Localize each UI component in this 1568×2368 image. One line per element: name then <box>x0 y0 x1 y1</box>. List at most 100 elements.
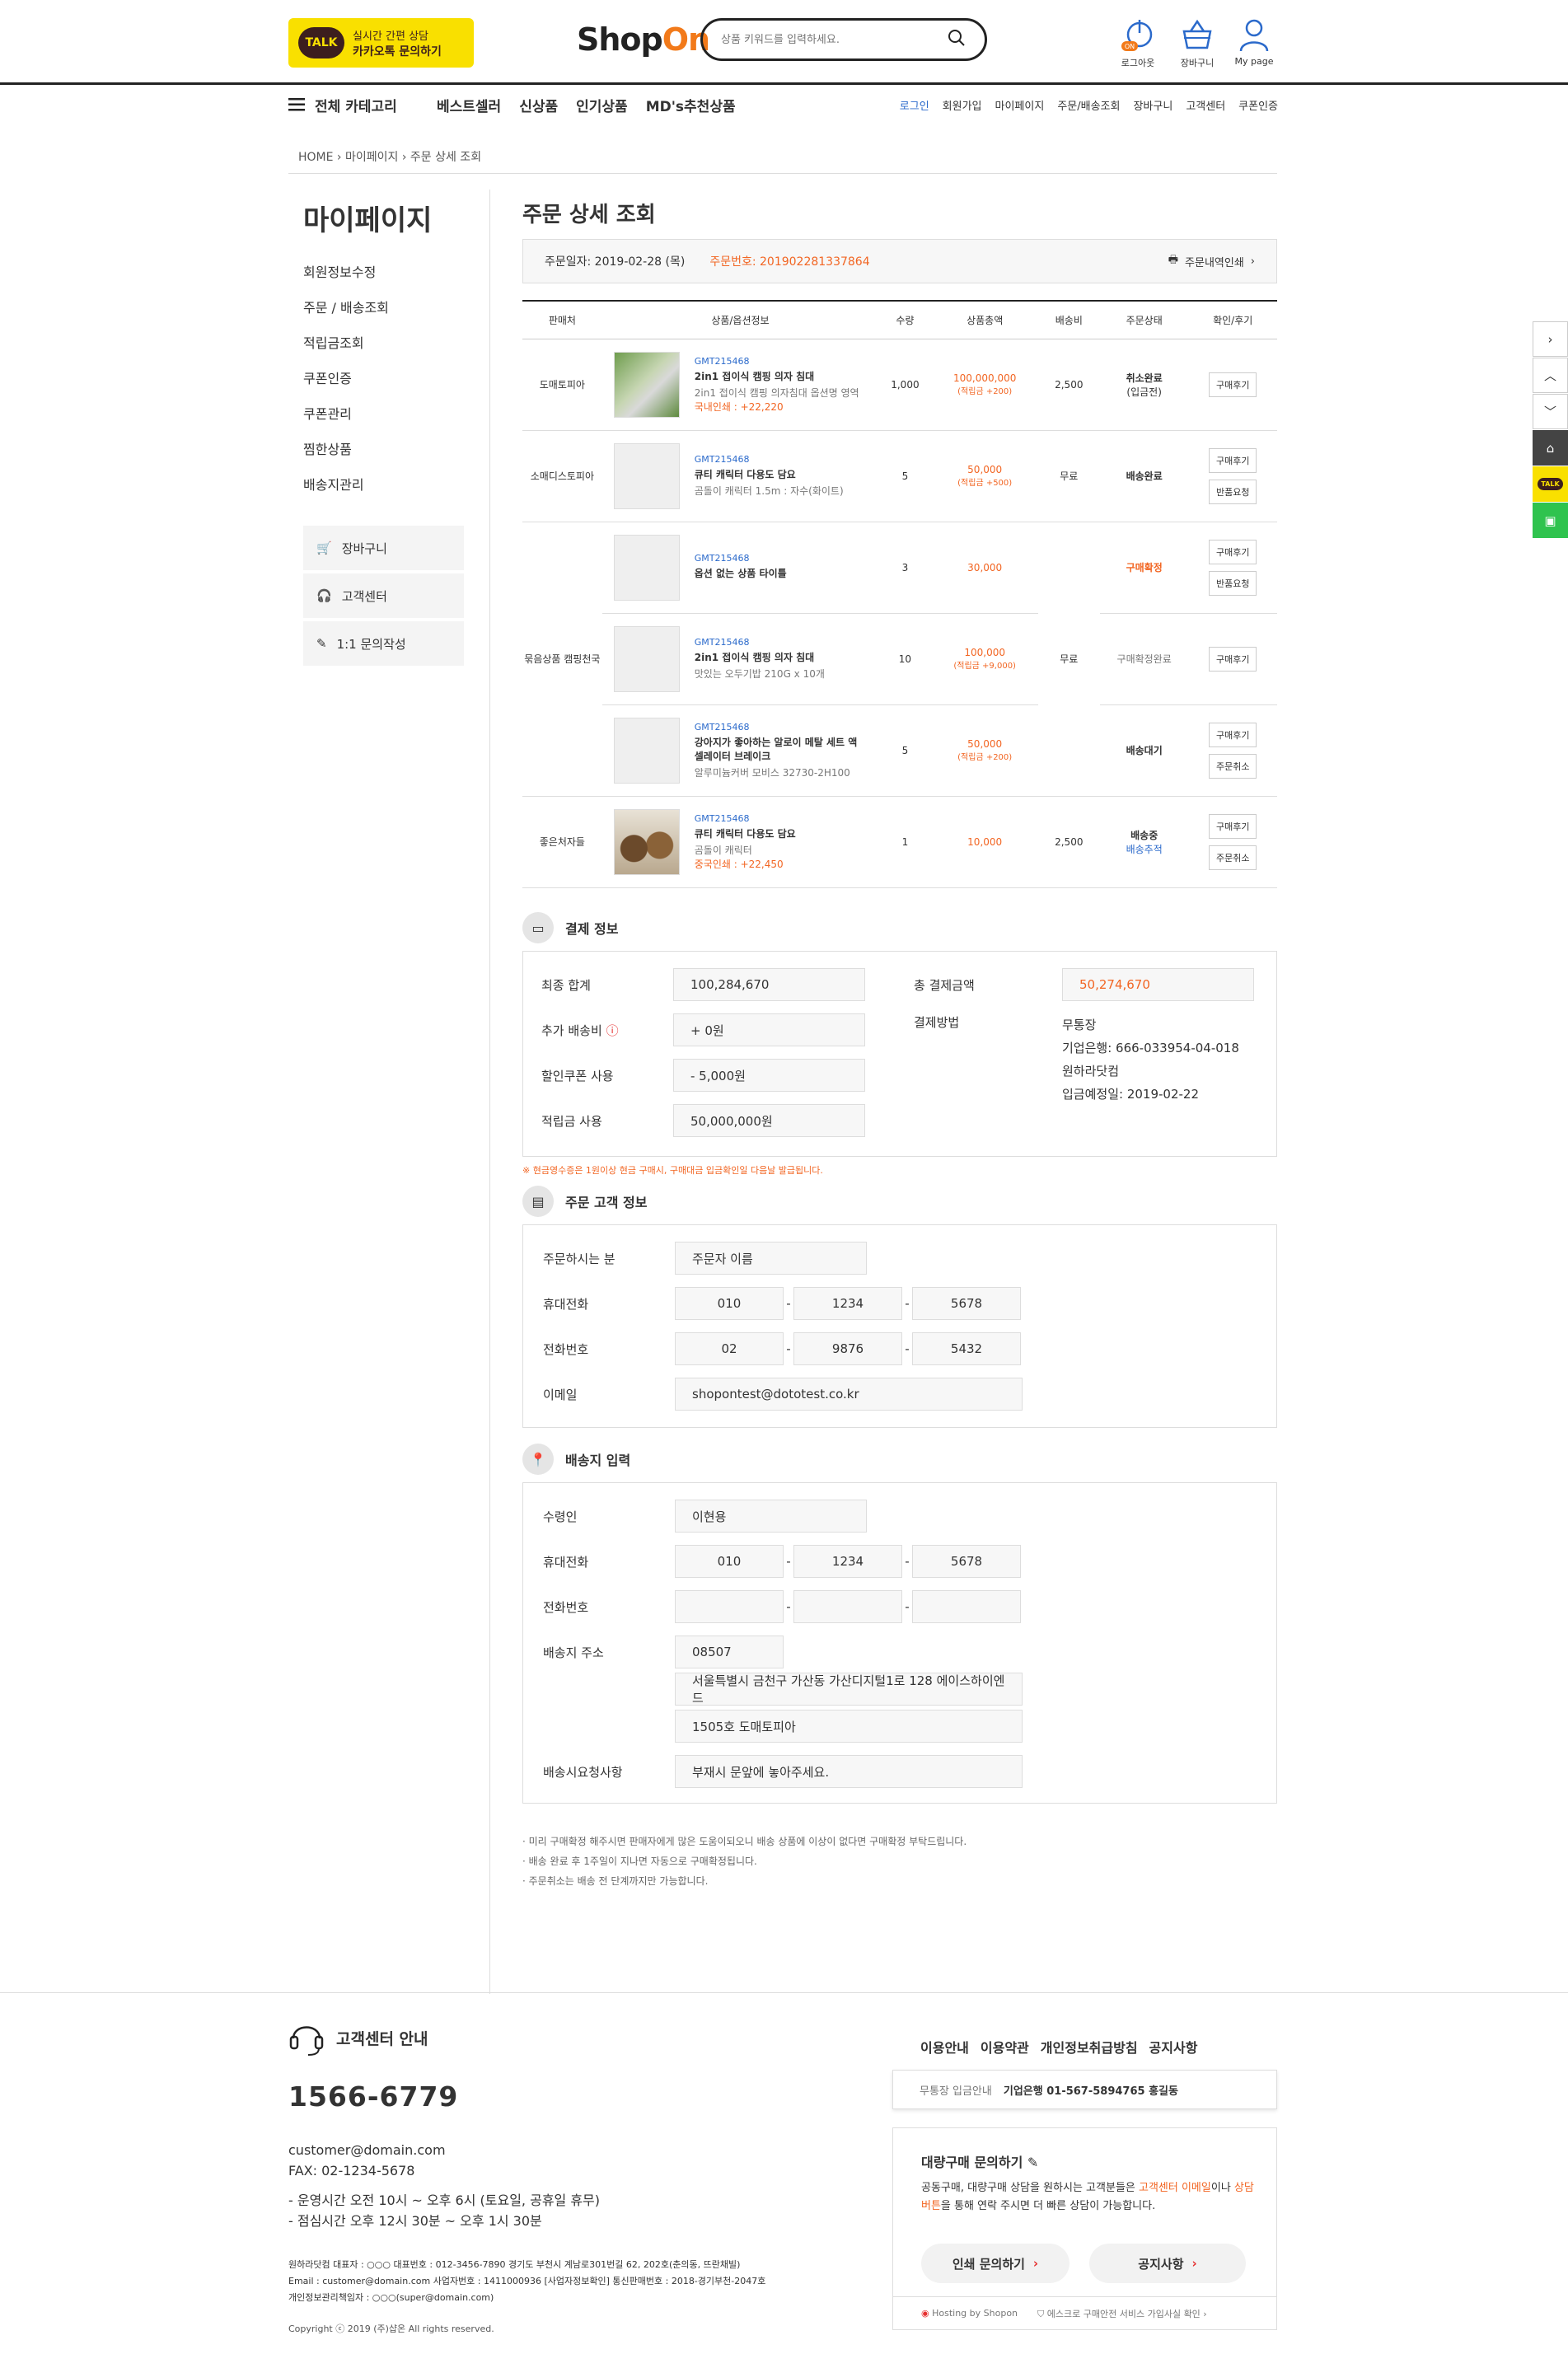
cancel-order-button[interactable]: 주문취소 <box>1208 753 1257 779</box>
product-code: GMT215468 <box>694 355 750 367</box>
nav-item-popular[interactable]: 인기상품 <box>576 95 628 115</box>
util-cart[interactable]: 장바구니 <box>1133 97 1172 113</box>
cancel-order-button[interactable]: 주문취소 <box>1208 845 1257 870</box>
kakao-line2: 카카오톡 문의하기 <box>353 44 442 58</box>
logout-button[interactable]: ON 로그아웃 <box>1109 16 1167 69</box>
sidebar-item-coupon-auth[interactable]: 쿠폰인증 <box>303 367 432 387</box>
quick-cart-button[interactable]: 🛒 장바구니 <box>303 526 464 570</box>
product-image[interactable] <box>613 625 680 692</box>
product-image[interactable] <box>613 442 680 509</box>
review-button[interactable]: 구매후기 <box>1208 539 1257 564</box>
print-order-button[interactable]: 🖶 주문내역인쇄 › <box>1168 252 1255 270</box>
rail-home-button[interactable]: ⌂ <box>1533 430 1568 466</box>
price-cell: 10,000 <box>931 796 1038 888</box>
product-code: GMT215468 <box>694 552 750 564</box>
nav-item-best[interactable]: 베스트셀러 <box>437 95 501 115</box>
rail-up-button[interactable]: ︿ <box>1533 358 1568 393</box>
address2-field[interactable]: 1505호 도매토피아 <box>675 1710 1023 1743</box>
product-name[interactable]: 2in1 접이식 캠핑 의자 침대 <box>695 650 825 664</box>
product-image[interactable] <box>613 534 680 601</box>
print-inquiry-button[interactable]: 인쇄 문의하기 › <box>921 2244 1070 2283</box>
rail-kakao-button[interactable]: TALK <box>1533 466 1568 502</box>
product-name[interactable]: 2in1 접이식 캠핑 의자 침대 <box>695 369 859 383</box>
review-button[interactable]: 구매후기 <box>1208 813 1257 839</box>
receiver-field[interactable]: 이현용 <box>675 1500 867 1533</box>
address1-field[interactable]: 서울특별시 금천구 가산동 가산디지털1로 128 에이스하이엔드 <box>675 1673 1023 1706</box>
escrow-wrap[interactable]: ⛉ 에스크로 구매안전 서비스 가입사실 확인 › <box>1037 2307 1207 2320</box>
email-field: shopontest@dototest.co.kr <box>675 1378 1023 1411</box>
nav-item-new[interactable]: 신상품 <box>519 95 558 115</box>
sidebar-item-coupon-manage[interactable]: 쿠폰관리 <box>303 403 432 423</box>
search-input[interactable] <box>721 33 935 46</box>
action-cell: 구매후기주문취소 <box>1188 704 1277 797</box>
quick-inquiry-button[interactable]: ✎ 1:1 문의작성 <box>303 621 464 666</box>
util-join[interactable]: 회원가입 <box>943 97 982 113</box>
quick-cs-button[interactable]: 🎧 고객센터 <box>303 573 464 618</box>
ship-phone-part1[interactable] <box>675 1590 784 1623</box>
logo[interactable]: ShopOn <box>577 21 710 58</box>
product-name[interactable]: 큐티 캐릭터 다용도 담요 <box>695 467 844 481</box>
th-product: 상품/옵션정보 <box>601 300 879 339</box>
rail-next-button[interactable]: › <box>1533 321 1568 357</box>
category-menu-button[interactable]: 전체 카테고리 <box>288 95 437 115</box>
product-name[interactable]: 옵션 없는 상품 타이틀 <box>695 566 787 580</box>
cs-email[interactable]: customer@domain.com <box>288 2142 446 2158</box>
util-coupon[interactable]: 쿠폰인증 <box>1238 97 1278 113</box>
sidebar-item-points[interactable]: 적립금조회 <box>303 332 432 352</box>
breadcrumb-home[interactable]: HOME <box>298 151 333 164</box>
rail-chat-button[interactable]: ▣ <box>1533 503 1568 538</box>
search-icon[interactable] <box>947 28 967 51</box>
footer-link-privacy[interactable]: 개인정보취급방침 <box>1041 2037 1138 2057</box>
kakao-consult-button[interactable]: TALK 실시간 간편 상담 카카오톡 문의하기 <box>288 18 474 68</box>
cart-button[interactable]: 장바구니 <box>1168 16 1226 69</box>
ship-mobile-part3[interactable]: 5678 <box>912 1545 1021 1578</box>
review-button[interactable]: 구매후기 <box>1208 372 1257 397</box>
product-image[interactable] <box>613 717 680 784</box>
product-image[interactable] <box>613 351 680 418</box>
mypage-button[interactable]: My page <box>1225 16 1283 67</box>
return-button[interactable]: 반품요청 <box>1208 479 1257 504</box>
sidebar-item-profile[interactable]: 회원정보수정 <box>303 261 432 281</box>
th-status: 주문상태 <box>1099 300 1189 339</box>
product-image[interactable] <box>613 808 680 875</box>
basket-icon <box>1182 19 1212 49</box>
sidebar-quick-links: 🛒 장바구니 🎧 고객센터 ✎ 1:1 문의작성 <box>303 526 464 669</box>
sidebar-item-address[interactable]: 배송지관리 <box>303 474 432 494</box>
footer-link-notice[interactable]: 공지사항 <box>1149 2037 1198 2057</box>
review-button[interactable]: 구매후기 <box>1208 646 1257 672</box>
sidebar-item-wishlist[interactable]: 찜한상품 <box>303 438 432 458</box>
review-button[interactable]: 구매후기 <box>1208 447 1257 473</box>
bulk-text-b[interactable]: 고객센터 이메일 <box>1139 2182 1211 2194</box>
ship-mobile-part2[interactable]: 1234 <box>793 1545 902 1578</box>
product-extra: 국내인쇄 : +22,220 <box>694 400 784 413</box>
rail-down-button[interactable]: ﹀ <box>1533 394 1568 429</box>
notice-label: 공지사항 <box>1138 2256 1184 2272</box>
review-button[interactable]: 구매후기 <box>1208 722 1257 747</box>
printer-icon: 🖶 <box>1168 254 1179 266</box>
product-name[interactable]: 강아지가 좋아하는 알로이 메탈 세트 액셀레이터 브레이크 <box>695 735 859 763</box>
zipcode-field[interactable]: 08507 <box>675 1636 784 1668</box>
tracking-link[interactable]: 배송추적 <box>1100 842 1189 856</box>
notice-button[interactable]: 공지사항 › <box>1089 2244 1246 2283</box>
util-login[interactable]: 로그인 <box>900 97 929 113</box>
product-cell: GMT215468 강아지가 좋아하는 알로이 메탈 세트 액셀레이터 브레이크 알… <box>601 704 879 797</box>
util-cs[interactable]: 고객센터 <box>1186 97 1225 113</box>
util-mypage[interactable]: 마이페이지 <box>995 97 1045 113</box>
footer-link-guide[interactable]: 이용안내 <box>920 2037 969 2057</box>
footer-link-terms[interactable]: 이용약관 <box>981 2037 1029 2057</box>
util-order[interactable]: 주문/배송조회 <box>1057 97 1120 113</box>
bulk-inquiry-box: 대량구매 문의하기 ✎ 공동구매, 대량구매 상담을 원하시는 고객분들은 고객… <box>892 2127 1277 2330</box>
ship-phone-part2[interactable] <box>793 1590 902 1623</box>
request-field[interactable]: 부재시 문앞에 놓아주세요. <box>675 1755 1023 1788</box>
nav-item-md[interactable]: MD's추천상품 <box>646 95 736 115</box>
cs-phone: 1566-6779 <box>288 2080 459 2113</box>
table-row: 도매토피아 GMT215468 2in1 접이식 캠핑 의자 침대 2in1 접이식… <box>522 339 1277 431</box>
breadcrumb-mypage[interactable]: 마이페이지 <box>345 151 398 164</box>
ship-mobile-part1[interactable]: 010 <box>675 1545 784 1578</box>
product-name[interactable]: 큐티 캐릭터 다용도 담요 <box>695 826 796 840</box>
ship-cell: 2,500 <box>1037 339 1100 431</box>
return-button[interactable]: 반품요청 <box>1208 570 1257 596</box>
ship-phone-part3[interactable] <box>912 1590 1021 1623</box>
alert-icon[interactable]: ⓘ <box>606 1023 619 1038</box>
sidebar-item-orders[interactable]: 주문 / 배송조회 <box>303 297 432 316</box>
